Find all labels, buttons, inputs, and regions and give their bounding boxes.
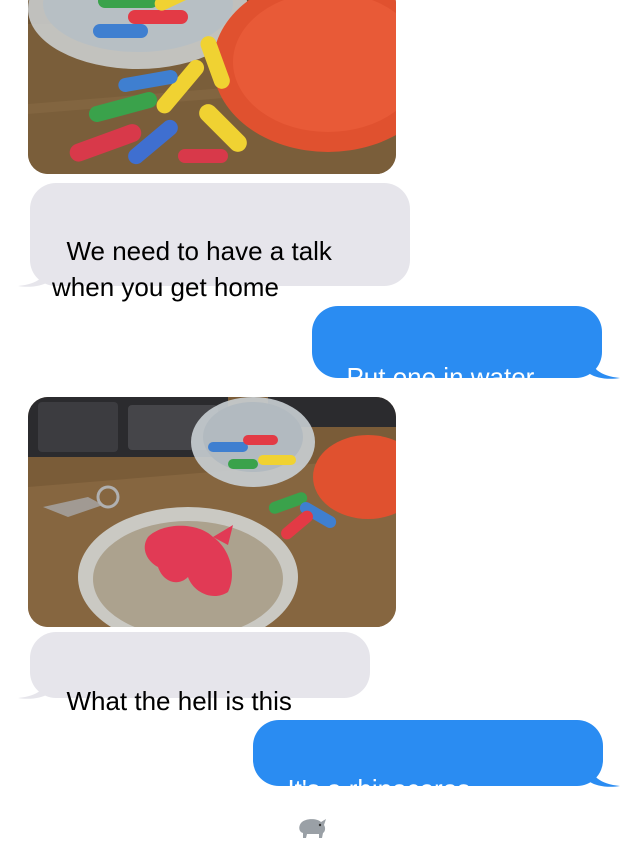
message-text: Put one in water bbox=[346, 362, 535, 392]
received-message-bubble[interactable]: What the hell is this bbox=[30, 632, 370, 716]
message-text: What the hell is this bbox=[66, 686, 292, 716]
message-text: It's a rhinoceros bbox=[287, 774, 471, 804]
message-text: We need to have a talk when you get home bbox=[52, 236, 332, 302]
rhinoceros-emoji bbox=[299, 819, 327, 839]
sent-message-bubble[interactable]: Put one in water bbox=[312, 306, 602, 392]
photo-pills-bowl-icon bbox=[28, 0, 396, 174]
sent-message-bubble[interactable]: It's a rhinoceros bbox=[253, 720, 603, 839]
message-photo-pills[interactable] bbox=[28, 0, 396, 174]
received-message-bubble[interactable]: We need to have a talk when you get home bbox=[30, 183, 410, 302]
photo-foam-rhino-icon bbox=[28, 397, 396, 627]
message-photo-rhino[interactable] bbox=[28, 397, 396, 627]
